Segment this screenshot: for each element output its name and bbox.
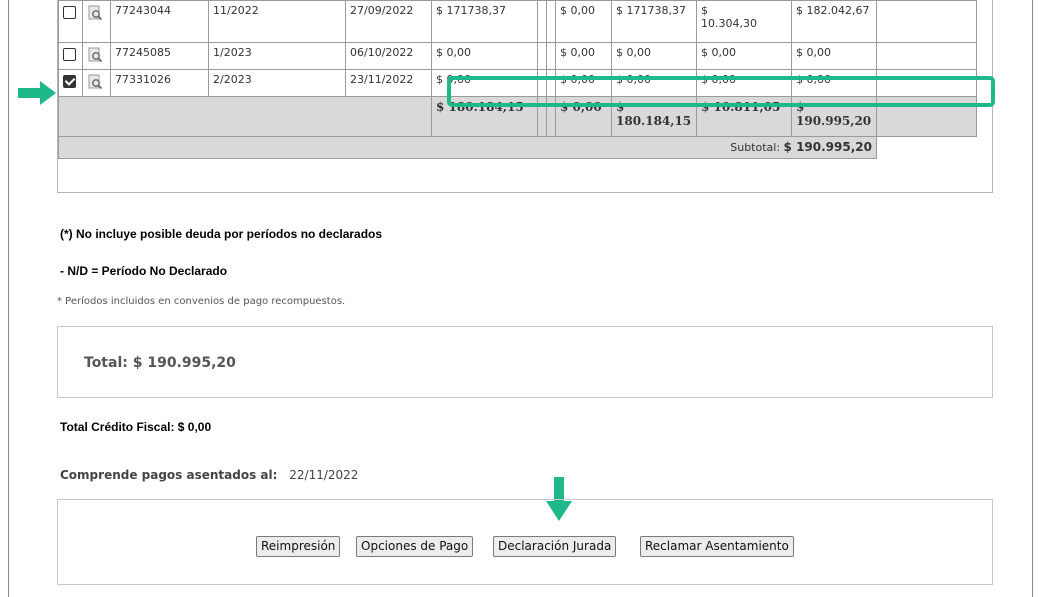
note-nd: - N/D = Período No Declarado: [60, 264, 228, 278]
note-no-incluye: (*) No incluye posible deuda por período…: [60, 227, 383, 241]
row-c5: $ 10.304,30: [696, 0, 792, 43]
row-c4: $ 0,00: [611, 69, 697, 97]
table-row: 77243044 11/2022 27/09/2022 $ 171738,37 …: [58, 0, 977, 43]
total-c4: $ 180.184,15: [611, 96, 697, 137]
total-c6: $ 190.995,20: [791, 96, 877, 137]
opciones-de-pago-button[interactable]: Opciones de Pago: [356, 536, 474, 557]
total-box: Total: $ 190.995,20: [57, 326, 993, 398]
row-id: 77243044: [110, 0, 209, 43]
totals-row: $ 180.184,15 $ 0,00 $ 180.184,15 $ 10.81…: [58, 96, 977, 137]
debts-table: 77243044 11/2022 27/09/2022 $ 171738,37 …: [58, 0, 977, 159]
comprende-date: 22/11/2022: [289, 468, 359, 482]
row-c1: $ 171738,37: [431, 0, 538, 43]
magnify-icon[interactable]: [87, 5, 103, 21]
credito-fiscal: Total Crédito Fiscal: $ 0,00: [60, 420, 212, 434]
total-c1: $ 180.184,15: [431, 96, 538, 137]
row-period: 11/2022: [208, 0, 346, 43]
row-id: 77331026: [110, 69, 209, 97]
subtotal-label: Subtotal:: [730, 141, 781, 154]
row-c1: $ 0,00: [431, 69, 538, 97]
row-date: 27/09/2022: [345, 0, 432, 43]
row-period: 2/2023: [208, 69, 346, 97]
declaracion-jurada-button[interactable]: Declaración Jurada: [493, 536, 617, 557]
arrow-right-icon: [18, 81, 56, 105]
comprende-label: Comprende pagos asentados al:: [60, 468, 278, 482]
row-c3: $ 0,00: [555, 69, 612, 97]
debts-table-container: 77243044 11/2022 27/09/2022 $ 171738,37 …: [57, 0, 993, 193]
total-amount: Total: $ 190.995,20: [84, 355, 236, 371]
magnify-icon[interactable]: [87, 74, 103, 90]
row-c6: $ 0,00: [791, 42, 877, 70]
row-c4: $ 0,00: [611, 42, 697, 70]
row-c4: $ 171738,37: [611, 0, 697, 43]
subtotal-row: Subtotal: $ 190.995,20: [58, 136, 977, 159]
row-c3: $ 0,00: [555, 0, 612, 43]
row-date: 06/10/2022: [345, 42, 432, 70]
total-c3: $ 0,00: [555, 96, 612, 137]
row-c6: $ 182.042,67: [791, 0, 877, 43]
row-checkbox-checked[interactable]: [63, 75, 76, 88]
row-id: 77245085: [110, 42, 209, 70]
comprende-pagos: Comprende pagos asentados al: 22/11/2022: [60, 468, 358, 482]
row-period: 1/2023: [208, 42, 346, 70]
row-c1: $ 0,00: [431, 42, 538, 70]
reclamar-asentamiento-button[interactable]: Reclamar Asentamiento: [640, 536, 794, 557]
table-row: 77331026 2/2023 23/11/2022 $ 0,00 $ 0,00…: [58, 69, 977, 97]
actions-box: Reimpresión Opciones de Pago Declaración…: [57, 499, 993, 585]
subtotal-value: $ 190.995,20: [783, 140, 872, 154]
row-checkbox[interactable]: [63, 6, 76, 19]
total-c5: $ 10.811,05: [696, 96, 792, 137]
table-row: 77245085 1/2023 06/10/2022 $ 0,00 $ 0,00…: [58, 42, 977, 70]
row-checkbox[interactable]: [63, 48, 76, 61]
row-c5: $ 0,00: [696, 69, 792, 97]
right-frame-border: [1032, 0, 1033, 597]
left-frame-border: [8, 0, 9, 597]
magnify-icon[interactable]: [87, 47, 103, 63]
row-c6: $ 0,00: [791, 69, 877, 97]
note-convenios: * Períodos incluidos en convenios de pag…: [57, 296, 346, 307]
row-date: 23/11/2022: [345, 69, 432, 97]
row-c3: $ 0,00: [555, 42, 612, 70]
reimpresion-button[interactable]: Reimpresión: [256, 536, 341, 557]
row-c5: $ 0,00: [696, 42, 792, 70]
